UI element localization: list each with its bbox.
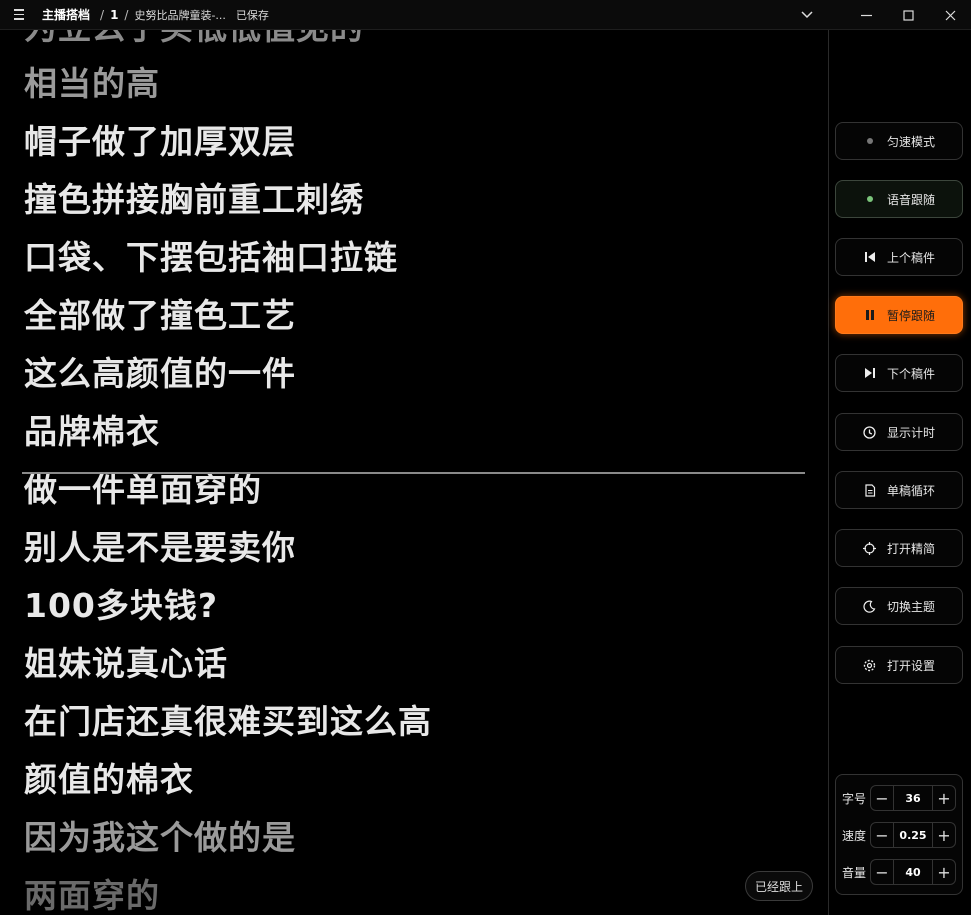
pause-icon [863,308,877,322]
script-line: 因为我这个做的是 [24,818,296,857]
pause-follow-button[interactable]: 暂停跟随 [835,296,963,334]
script-line: 全部做了撞色工艺 [24,296,296,335]
next-script-button[interactable]: 下个稿件 [835,354,963,392]
increase-button[interactable]: + [933,786,955,810]
button-label: 暂停跟随 [886,308,935,323]
volume-control: 音量 − 40 + [842,859,956,885]
title-bar: 主播搭档 / 1 / 史努比品牌童装-... 已保存 [0,0,971,30]
script-line: 100多块钱? [24,586,219,625]
font-size-stepper: − 36 + [870,785,956,811]
script-line: 品牌棉衣 [24,412,160,451]
teleprompter-script[interactable]: 为立么于买低低值见的 相当的高 帽子做了加厚双层 撞色拼接胸前重工刺绣 口袋、下… [0,30,828,915]
script-line: 这么高颜值的一件 [24,354,296,393]
button-label: 下个稿件 [886,366,935,381]
adjustment-panel: 字号 − 36 + 速度 − 0.25 + 音量 − 40 + [835,774,963,895]
button-label: 上个稿件 [886,250,935,265]
breadcrumb-separator: / [100,7,105,22]
open-settings-button[interactable]: 打开设置 [835,646,963,684]
show-timer-button[interactable]: 显示计时 [835,413,963,451]
uniform-speed-mode-button[interactable]: 匀速模式 [835,122,963,160]
font-size-value: 36 [893,786,933,810]
decrease-button[interactable]: − [871,860,893,884]
button-label: 切换主题 [886,599,935,614]
decrease-button[interactable]: − [871,823,893,847]
voice-follow-button[interactable]: 语音跟随 [835,180,963,218]
breadcrumb-separator: / [124,7,129,22]
save-status: 已保存 [235,8,269,22]
volume-stepper: − 40 + [870,859,956,885]
speed-control: 速度 − 0.25 + [842,822,956,848]
increase-button[interactable]: + [933,860,955,884]
open-compact-button[interactable]: 打开精简 [835,529,963,567]
script-line: 相当的高 [24,64,160,103]
font-size-label: 字号 [842,791,867,806]
script-line: 为立么于买低低值见的 [24,30,364,48]
crosshair-icon [863,541,877,555]
minimize-icon[interactable] [845,0,887,30]
single-script-loop-button[interactable]: 单稿循环 [835,471,963,509]
font-size-control: 字号 − 36 + [842,785,956,811]
dot-green-icon [863,192,877,206]
button-label: 打开精简 [886,541,935,556]
switch-theme-button[interactable]: 切换主题 [835,587,963,625]
volume-value: 40 [893,860,933,884]
close-icon[interactable] [929,0,971,30]
increase-button[interactable]: + [933,823,955,847]
script-line: 颜值的棉衣 [24,760,194,799]
menu-icon[interactable] [14,7,30,23]
speed-value: 0.25 [893,823,933,847]
script-line: 做一件单面穿的 [24,470,262,509]
speed-stepper: − 0.25 + [870,822,956,848]
script-line: 帽子做了加厚双层 [24,122,296,161]
document-name[interactable]: 史努比品牌童装-... [134,7,225,23]
button-label: 语音跟随 [886,192,935,207]
decrease-button[interactable]: − [871,786,893,810]
script-line: 口袋、下摆包括袖口拉链 [24,238,398,277]
script-line: 两面穿的 [24,876,160,915]
button-label: 显示计时 [886,425,935,440]
skip-back-icon [863,250,877,264]
app-title: 主播搭档 [42,8,91,22]
skip-forward-icon [863,366,877,380]
button-label: 单稿循环 [886,483,935,498]
script-line: 姐妹说真心话 [24,644,228,683]
breadcrumb-number[interactable]: 1 [110,8,118,22]
volume-label: 音量 [842,865,867,880]
maximize-icon[interactable] [887,0,929,30]
script-line: 撞色拼接胸前重工刺绣 [24,180,364,219]
moon-icon [863,599,877,613]
button-label: 匀速模式 [886,134,935,149]
document-icon [863,483,877,497]
control-sidebar: 匀速模式 语音跟随 上个稿件 暂停跟随 下个稿件 显示计时 单稿循环 打开精简 … [829,30,971,915]
follow-status-badge[interactable]: 已经跟上 [745,871,813,901]
reading-position-line [22,472,805,474]
script-line: 别人是不是要卖你 [24,528,296,567]
speed-label: 速度 [842,828,867,843]
gear-icon [863,658,877,672]
chevron-down-icon[interactable] [796,0,818,30]
script-line: 在门店还真很难买到这么高 [24,702,432,741]
button-label: 打开设置 [886,658,935,673]
dot-gray-icon [863,134,877,148]
clock-icon [863,425,877,439]
previous-script-button[interactable]: 上个稿件 [835,238,963,276]
